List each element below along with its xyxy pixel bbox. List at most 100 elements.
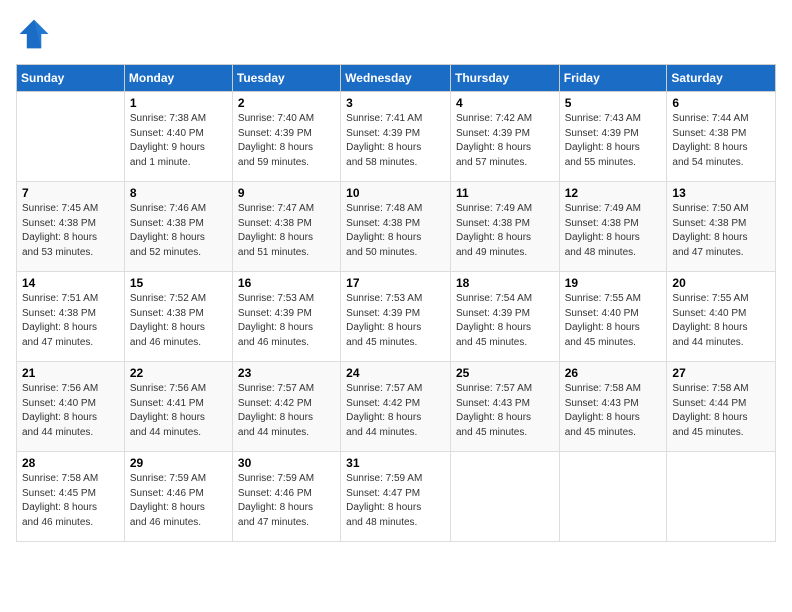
day-info: Sunrise: 7:55 AM Sunset: 4:40 PM Dayligh… <box>672 292 770 350</box>
calendar-cell: 30 Sunrise: 7:59 AM Sunset: 4:46 PM Dayli… <box>232 452 340 542</box>
day-info: Sunrise: 7:53 AM Sunset: 4:39 PM Dayligh… <box>346 292 445 350</box>
weekday-header: Sunday <box>17 65 125 92</box>
day-number: 25 <box>456 366 554 380</box>
day-info: Sunrise: 7:47 AM Sunset: 4:38 PM Dayligh… <box>238 202 335 260</box>
day-info: Sunrise: 7:57 AM Sunset: 4:42 PM Dayligh… <box>346 382 445 440</box>
logo <box>16 16 56 52</box>
calendar-cell: 14Sunrise: 7:51 AM Sunset: 4:38 PM Dayli… <box>17 272 125 362</box>
day-number: 22 <box>130 366 227 380</box>
calendar-week-row: 1 Sunrise: 7:38 AM Sunset: 4:40 PM Daylig… <box>17 92 776 182</box>
calendar-cell: 13Sunrise: 7:50 AM Sunset: 4:38 PM Dayli… <box>667 182 776 272</box>
day-info: Sunrise: 7:59 AM Sunset: 4:46 PM Dayligh… <box>130 472 227 530</box>
calendar-table: SundayMondayTuesdayWednesdayThursdayFrid… <box>16 64 776 542</box>
day-number: 2 <box>238 96 335 110</box>
day-number: 29 <box>130 456 227 470</box>
calendar-cell: 2 Sunrise: 7:40 AM Sunset: 4:39 PM Daylig… <box>232 92 340 182</box>
day-info: Sunrise: 7:49 AM Sunset: 4:38 PM Dayligh… <box>456 202 554 260</box>
day-number: 16 <box>238 276 335 290</box>
day-number: 24 <box>346 366 445 380</box>
day-number: 8 <box>130 186 227 200</box>
calendar-cell: 17 Sunrise: 7:53 AM Sunset: 4:39 PM Dayli… <box>341 272 451 362</box>
day-number: 18 <box>456 276 554 290</box>
calendar-cell: 29 Sunrise: 7:59 AM Sunset: 4:46 PM Dayli… <box>124 452 232 542</box>
calendar-cell: 23Sunrise: 7:57 AM Sunset: 4:42 PM Dayli… <box>232 362 340 452</box>
day-info: Sunrise: 7:55 AM Sunset: 4:40 PM Dayligh… <box>565 292 662 350</box>
day-info: Sunrise: 7:38 AM Sunset: 4:40 PM Dayligh… <box>130 112 227 170</box>
day-info: Sunrise: 7:41 AM Sunset: 4:39 PM Dayligh… <box>346 112 445 170</box>
calendar-cell: 22 Sunrise: 7:56 AM Sunset: 4:41 PM Dayli… <box>124 362 232 452</box>
day-number: 7 <box>22 186 119 200</box>
day-info: Sunrise: 7:50 AM Sunset: 4:38 PM Dayligh… <box>672 202 770 260</box>
day-info: Sunrise: 7:43 AM Sunset: 4:39 PM Dayligh… <box>565 112 662 170</box>
weekday-header: Monday <box>124 65 232 92</box>
calendar-cell: 3 Sunrise: 7:41 AM Sunset: 4:39 PM Daylig… <box>341 92 451 182</box>
calendar-cell: 1 Sunrise: 7:38 AM Sunset: 4:40 PM Daylig… <box>124 92 232 182</box>
calendar-cell: 9 Sunrise: 7:47 AM Sunset: 4:38 PM Daylig… <box>232 182 340 272</box>
calendar-header-row: SundayMondayTuesdayWednesdayThursdayFrid… <box>17 65 776 92</box>
day-info: Sunrise: 7:40 AM Sunset: 4:39 PM Dayligh… <box>238 112 335 170</box>
day-info: Sunrise: 7:48 AM Sunset: 4:38 PM Dayligh… <box>346 202 445 260</box>
day-info: Sunrise: 7:56 AM Sunset: 4:41 PM Dayligh… <box>130 382 227 440</box>
day-number: 20 <box>672 276 770 290</box>
day-number: 30 <box>238 456 335 470</box>
calendar-cell: 8 Sunrise: 7:46 AM Sunset: 4:38 PM Daylig… <box>124 182 232 272</box>
page-header <box>16 16 776 52</box>
calendar-cell: 31Sunrise: 7:59 AM Sunset: 4:47 PM Dayli… <box>341 452 451 542</box>
calendar-cell <box>559 452 667 542</box>
day-info: Sunrise: 7:46 AM Sunset: 4:38 PM Dayligh… <box>130 202 227 260</box>
day-info: Sunrise: 7:56 AM Sunset: 4:40 PM Dayligh… <box>22 382 119 440</box>
calendar-cell: 15Sunrise: 7:52 AM Sunset: 4:38 PM Dayli… <box>124 272 232 362</box>
day-number: 6 <box>672 96 770 110</box>
weekday-header: Saturday <box>667 65 776 92</box>
calendar-cell: 11 Sunrise: 7:49 AM Sunset: 4:38 PM Dayli… <box>450 182 559 272</box>
calendar-cell: 18Sunrise: 7:54 AM Sunset: 4:39 PM Dayli… <box>450 272 559 362</box>
day-number: 19 <box>565 276 662 290</box>
calendar-cell: 27 Sunrise: 7:58 AM Sunset: 4:44 PM Dayli… <box>667 362 776 452</box>
day-info: Sunrise: 7:58 AM Sunset: 4:43 PM Dayligh… <box>565 382 662 440</box>
calendar-week-row: 21 Sunrise: 7:56 AM Sunset: 4:40 PM Dayli… <box>17 362 776 452</box>
day-number: 9 <box>238 186 335 200</box>
day-info: Sunrise: 7:42 AM Sunset: 4:39 PM Dayligh… <box>456 112 554 170</box>
day-number: 3 <box>346 96 445 110</box>
calendar-cell: 25 Sunrise: 7:57 AM Sunset: 4:43 PM Dayli… <box>450 362 559 452</box>
day-number: 12 <box>565 186 662 200</box>
day-info: Sunrise: 7:57 AM Sunset: 4:43 PM Dayligh… <box>456 382 554 440</box>
day-number: 17 <box>346 276 445 290</box>
weekday-header: Friday <box>559 65 667 92</box>
calendar-cell: 26 Sunrise: 7:58 AM Sunset: 4:43 PM Dayli… <box>559 362 667 452</box>
day-number: 4 <box>456 96 554 110</box>
calendar-week-row: 7 Sunrise: 7:45 AM Sunset: 4:38 PM Daylig… <box>17 182 776 272</box>
logo-icon <box>16 16 52 52</box>
day-number: 1 <box>130 96 227 110</box>
calendar-cell: 7 Sunrise: 7:45 AM Sunset: 4:38 PM Daylig… <box>17 182 125 272</box>
calendar-cell <box>667 452 776 542</box>
day-number: 26 <box>565 366 662 380</box>
calendar-cell: 6 Sunrise: 7:44 AM Sunset: 4:38 PM Daylig… <box>667 92 776 182</box>
day-number: 31 <box>346 456 445 470</box>
calendar-cell: 21 Sunrise: 7:56 AM Sunset: 4:40 PM Dayli… <box>17 362 125 452</box>
calendar-cell: 4 Sunrise: 7:42 AM Sunset: 4:39 PM Daylig… <box>450 92 559 182</box>
calendar-cell: 5 Sunrise: 7:43 AM Sunset: 4:39 PM Daylig… <box>559 92 667 182</box>
calendar-cell: 20 Sunrise: 7:55 AM Sunset: 4:40 PM Dayli… <box>667 272 776 362</box>
day-info: Sunrise: 7:58 AM Sunset: 4:44 PM Dayligh… <box>672 382 770 440</box>
day-info: Sunrise: 7:45 AM Sunset: 4:38 PM Dayligh… <box>22 202 119 260</box>
calendar-cell <box>17 92 125 182</box>
day-info: Sunrise: 7:59 AM Sunset: 4:46 PM Dayligh… <box>238 472 335 530</box>
weekday-header: Tuesday <box>232 65 340 92</box>
calendar-week-row: 14Sunrise: 7:51 AM Sunset: 4:38 PM Dayli… <box>17 272 776 362</box>
day-info: Sunrise: 7:51 AM Sunset: 4:38 PM Dayligh… <box>22 292 119 350</box>
calendar-cell <box>450 452 559 542</box>
day-info: Sunrise: 7:49 AM Sunset: 4:38 PM Dayligh… <box>565 202 662 260</box>
calendar-cell: 24 Sunrise: 7:57 AM Sunset: 4:42 PM Dayli… <box>341 362 451 452</box>
calendar-cell: 19 Sunrise: 7:55 AM Sunset: 4:40 PM Dayli… <box>559 272 667 362</box>
weekday-header: Thursday <box>450 65 559 92</box>
calendar-cell: 10Sunrise: 7:48 AM Sunset: 4:38 PM Dayli… <box>341 182 451 272</box>
day-number: 11 <box>456 186 554 200</box>
calendar-cell: 12 Sunrise: 7:49 AM Sunset: 4:38 PM Dayli… <box>559 182 667 272</box>
day-info: Sunrise: 7:44 AM Sunset: 4:38 PM Dayligh… <box>672 112 770 170</box>
day-number: 5 <box>565 96 662 110</box>
calendar-cell: 28Sunrise: 7:58 AM Sunset: 4:45 PM Dayli… <box>17 452 125 542</box>
day-number: 21 <box>22 366 119 380</box>
day-number: 27 <box>672 366 770 380</box>
calendar-week-row: 28Sunrise: 7:58 AM Sunset: 4:45 PM Dayli… <box>17 452 776 542</box>
